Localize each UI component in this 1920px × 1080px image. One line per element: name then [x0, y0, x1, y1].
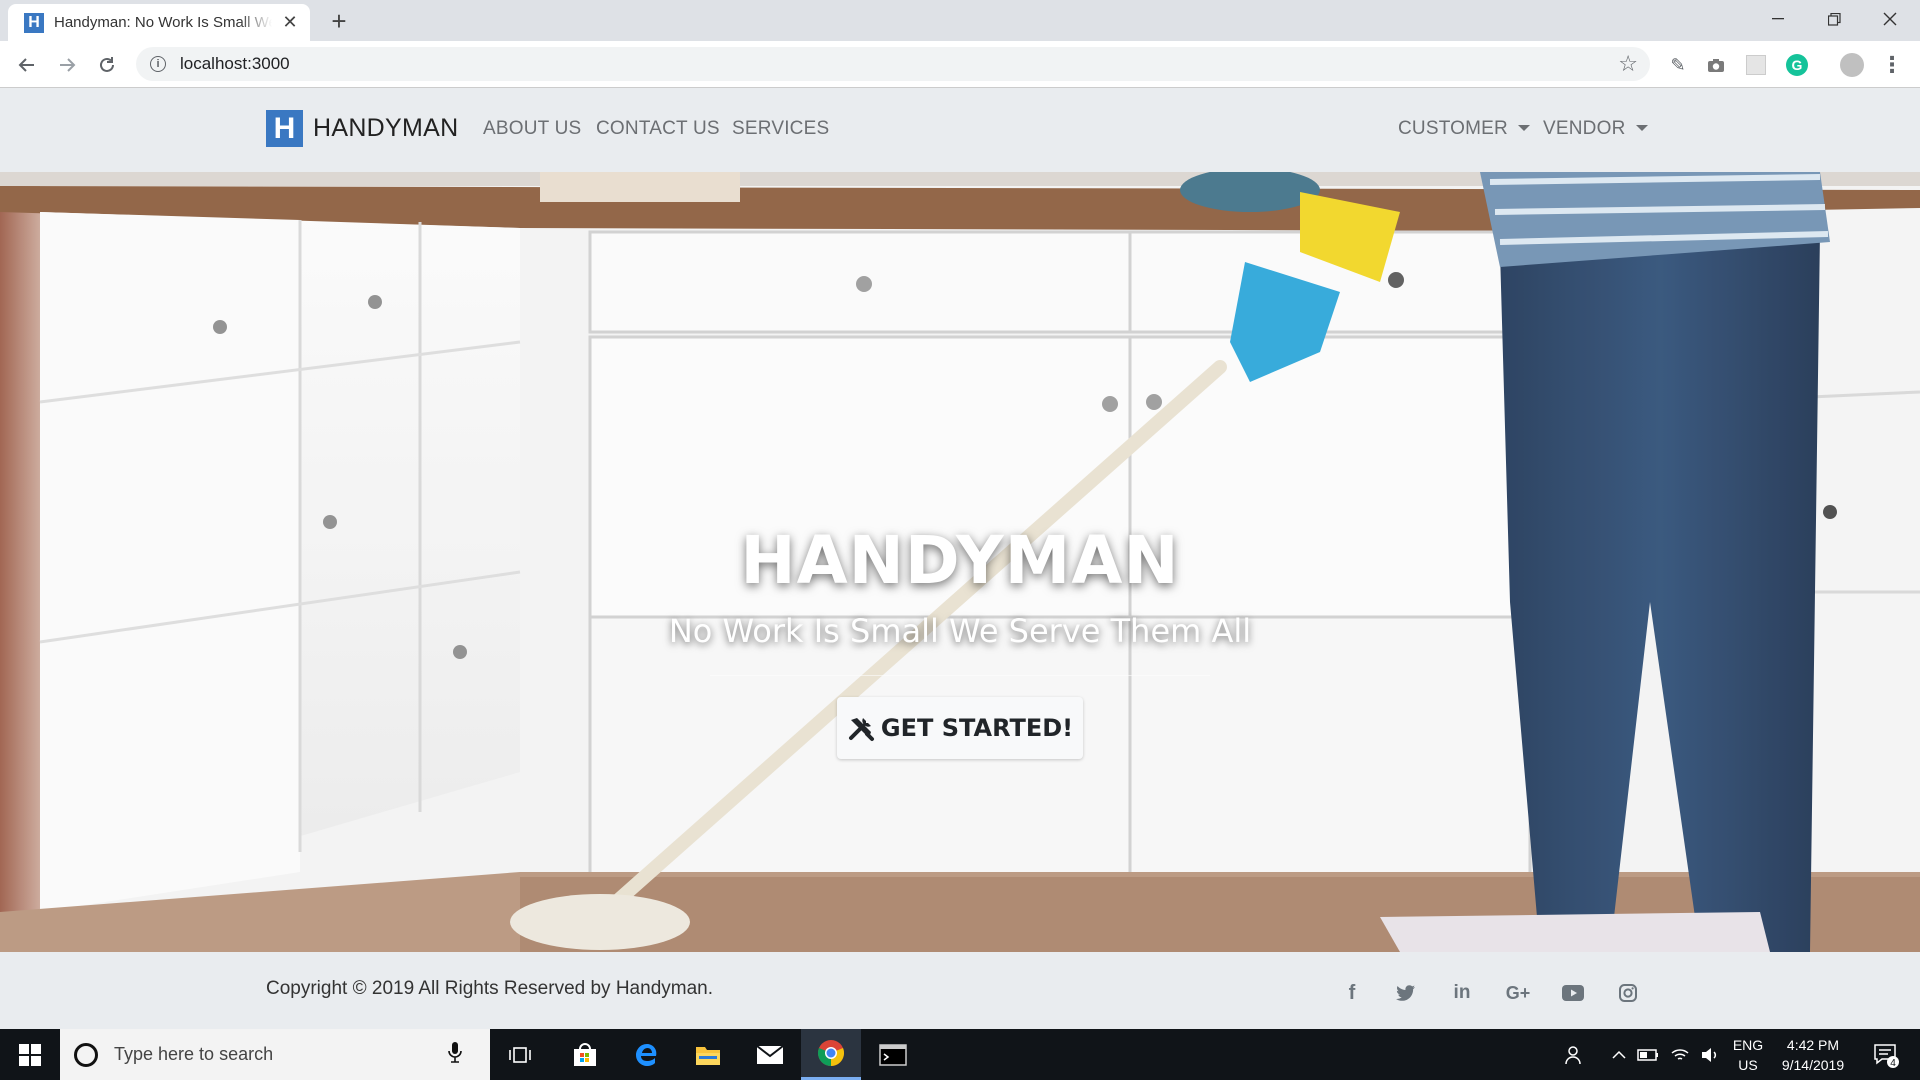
notification-count: 4	[1890, 1058, 1896, 1068]
browser-toolbar: i localhost:3000 ☆ ✎ G ⋮	[0, 41, 1920, 88]
clock[interactable]: 4:42 PM 9/14/2019	[1770, 1029, 1856, 1080]
clock-time: 4:42 PM	[1786, 1036, 1840, 1053]
edge-icon[interactable]	[617, 1029, 677, 1080]
hero-title: HANDYMAN	[740, 522, 1180, 599]
instagram-icon[interactable]	[1615, 980, 1641, 1006]
store-icon[interactable]	[555, 1029, 615, 1080]
youtube-icon[interactable]	[1560, 980, 1586, 1006]
new-tab-icon[interactable]: +	[324, 6, 354, 36]
copyright-text: Copyright © 2019 All Rights Reserved by …	[266, 978, 714, 999]
people-icon[interactable]	[1562, 1029, 1588, 1080]
caret-down-icon	[1517, 125, 1530, 131]
browser-tab-bar: H Handyman: No Work Is Small We Serve Th…	[0, 0, 1920, 41]
forward-icon[interactable]	[52, 50, 82, 80]
language-line1: ENG	[1732, 1036, 1764, 1053]
language-indicator[interactable]: ENG US	[1728, 1029, 1768, 1080]
brand-name: HANDYMAN	[313, 114, 459, 142]
microphone-icon[interactable]	[448, 1041, 478, 1068]
camera-icon[interactable]	[1704, 53, 1728, 77]
get-started-button[interactable]: GET STARTED!	[837, 697, 1083, 759]
chrome-taskbar-icon[interactable]	[801, 1029, 861, 1080]
minimize-window-button[interactable]	[1750, 0, 1806, 38]
profile-avatar-icon[interactable]	[1840, 53, 1864, 77]
vendor-dropdown-label: VENDOR	[1543, 118, 1626, 139]
browser-tab[interactable]: H Handyman: No Work Is Small We Serve Th…	[8, 4, 310, 41]
nav-link-services[interactable]: SERVICES	[732, 118, 829, 140]
volume-icon[interactable]	[1698, 1029, 1722, 1080]
nav-link-about-us[interactable]: ABOUT US	[483, 118, 581, 140]
maximize-window-button[interactable]	[1806, 0, 1862, 38]
hero-section: HANDYMAN No Work Is Small We Serve Them …	[0, 172, 1920, 952]
info-icon[interactable]: i	[150, 56, 166, 72]
twitter-icon[interactable]	[1393, 980, 1419, 1006]
browser-menu-icon[interactable]: ⋮	[1880, 52, 1904, 77]
brand-logo-icon: H	[266, 110, 303, 147]
notifications-icon[interactable]: 4	[1866, 1029, 1906, 1080]
hero-subtitle: No Work Is Small We Serve Them All	[668, 612, 1252, 650]
grammarly-icon[interactable]: G	[1785, 53, 1809, 77]
star-icon[interactable]: ☆	[1618, 51, 1638, 77]
vendor-dropdown[interactable]: VENDOR	[1543, 118, 1648, 140]
url-text[interactable]: localhost:3000	[180, 54, 1618, 74]
address-bar[interactable]: i localhost:3000 ☆	[136, 47, 1650, 81]
language-line2: US	[1738, 1056, 1758, 1073]
task-view-icon[interactable]	[490, 1029, 550, 1080]
clock-date: 9/14/2019	[1781, 1056, 1845, 1073]
mail-icon[interactable]	[740, 1029, 800, 1080]
nav-link-contact-us[interactable]: CONTACT US	[596, 118, 720, 140]
close-window-button[interactable]	[1862, 0, 1918, 38]
windows-start-icon[interactable]	[0, 1029, 60, 1080]
favicon-icon: H	[24, 12, 44, 33]
taskbar-search-box[interactable]: Type here to search	[60, 1029, 490, 1080]
reload-icon[interactable]	[92, 50, 122, 80]
get-started-label: GET STARTED!	[880, 714, 1074, 742]
tools-icon	[848, 718, 874, 741]
linkedin-icon[interactable]: in	[1449, 980, 1475, 1006]
terminal-icon[interactable]	[863, 1029, 923, 1080]
taskbar-search-placeholder: Type here to search	[114, 1044, 274, 1064]
close-tab-icon[interactable]: ✕	[280, 12, 300, 33]
hero-divider	[710, 675, 1210, 676]
site-footer: Copyright © 2019 All Rights Reserved by …	[0, 952, 1920, 1029]
brand-link[interactable]: H HANDYMAN	[266, 110, 458, 147]
back-icon[interactable]	[12, 50, 42, 80]
google-plus-icon[interactable]: G+	[1505, 980, 1531, 1006]
chevron-up-icon[interactable]	[1608, 1029, 1630, 1080]
wifi-icon[interactable]	[1668, 1029, 1692, 1080]
extension-square-icon[interactable]	[1744, 53, 1768, 77]
cortana-icon	[74, 1042, 98, 1067]
tab-title: Handyman: No Work Is Small We Serve Them…	[54, 14, 272, 31]
site-navbar: H HANDYMAN ABOUT US CONTACT US SERVICES …	[0, 88, 1920, 172]
facebook-icon[interactable]: f	[1339, 980, 1365, 1006]
caret-down-icon	[1635, 125, 1648, 131]
battery-icon[interactable]	[1636, 1029, 1660, 1080]
windows-taskbar: Type here to search ENG US 4:42 PM 9/14/…	[0, 1029, 1920, 1080]
customer-dropdown-label: CUSTOMER	[1398, 118, 1508, 139]
file-explorer-icon[interactable]	[678, 1029, 738, 1080]
customer-dropdown[interactable]: CUSTOMER	[1398, 118, 1530, 140]
extension-pen-icon[interactable]: ✎	[1666, 53, 1690, 77]
